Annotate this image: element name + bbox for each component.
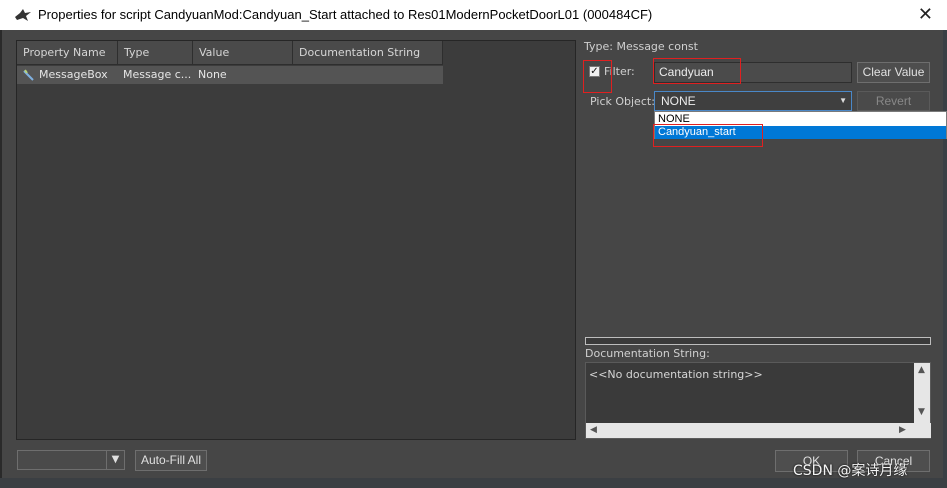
column-header-type[interactable]: Type [118,41,193,65]
row-type: Message c... [123,68,192,81]
row-property-name: MessageBox [39,68,108,81]
property-icon [23,69,34,81]
column-header-property-name[interactable]: Property Name [17,41,118,65]
property-list[interactable]: Property Name Type Value Documentation S… [16,40,576,440]
title-bar: Properties for script CandyuanMod:Candyu… [0,0,947,30]
filter-checkbox[interactable]: ✓ [589,66,600,77]
revert-button[interactable]: Revert [857,91,930,111]
row-value: None [198,68,227,81]
table-row[interactable]: MessageBox Message c... None [17,66,443,84]
auto-fill-all-button[interactable]: Auto-Fill All [135,450,207,471]
documentation-label: Documentation String: [585,347,710,360]
horizontal-scrollbar[interactable]: ◀ ▶ [586,423,931,438]
scroll-up-icon[interactable]: ▲ [918,365,925,375]
scroll-right-icon[interactable]: ▶ [899,425,906,435]
pick-object-label: Pick Object: [590,95,655,108]
csdn-watermark: CSDN @案诗月缘 [793,463,908,479]
filter-input[interactable]: Candyuan [654,62,852,83]
row-documentation [298,66,438,84]
documentation-textarea[interactable]: <<No documentation string>> ▲ ▼ ◀ ▶ [585,362,931,439]
window-title: Properties for script CandyuanMod:Candyu… [38,7,653,22]
column-header-documentation[interactable]: Documentation String [293,41,443,65]
filter-label: Filter: [604,65,635,78]
pick-object-dropdown: NONE Candyuan_start [654,111,947,139]
type-label: Type: Message const [584,40,698,53]
chevron-down-icon[interactable]: ▼ [106,451,124,469]
list-header: Property Name Type Value Documentation S… [17,41,443,65]
dropdown-option-none[interactable]: NONE [655,113,946,126]
documentation-text: <<No documentation string>> [589,368,763,381]
close-icon[interactable]: ✕ [918,4,933,25]
chevron-down-icon: ▼ [839,96,847,105]
window-frame-right [943,30,947,488]
scroll-down-icon[interactable]: ▼ [918,407,925,417]
vertical-scrollbar[interactable]: ▲ ▼ [914,363,930,423]
scroll-left-icon[interactable]: ◀ [590,425,597,435]
skyrim-dragon-icon [15,9,31,21]
column-header-value[interactable]: Value [193,41,293,65]
filter-combo[interactable]: ▼ [17,450,125,470]
splitter-bar[interactable] [585,337,931,345]
pick-object-select[interactable]: NONE ▼ [654,91,852,111]
dropdown-option-candyuan-start[interactable]: Candyuan_start [655,126,946,139]
pick-object-value: NONE [661,94,696,108]
clear-value-button[interactable]: Clear Value [857,62,930,83]
